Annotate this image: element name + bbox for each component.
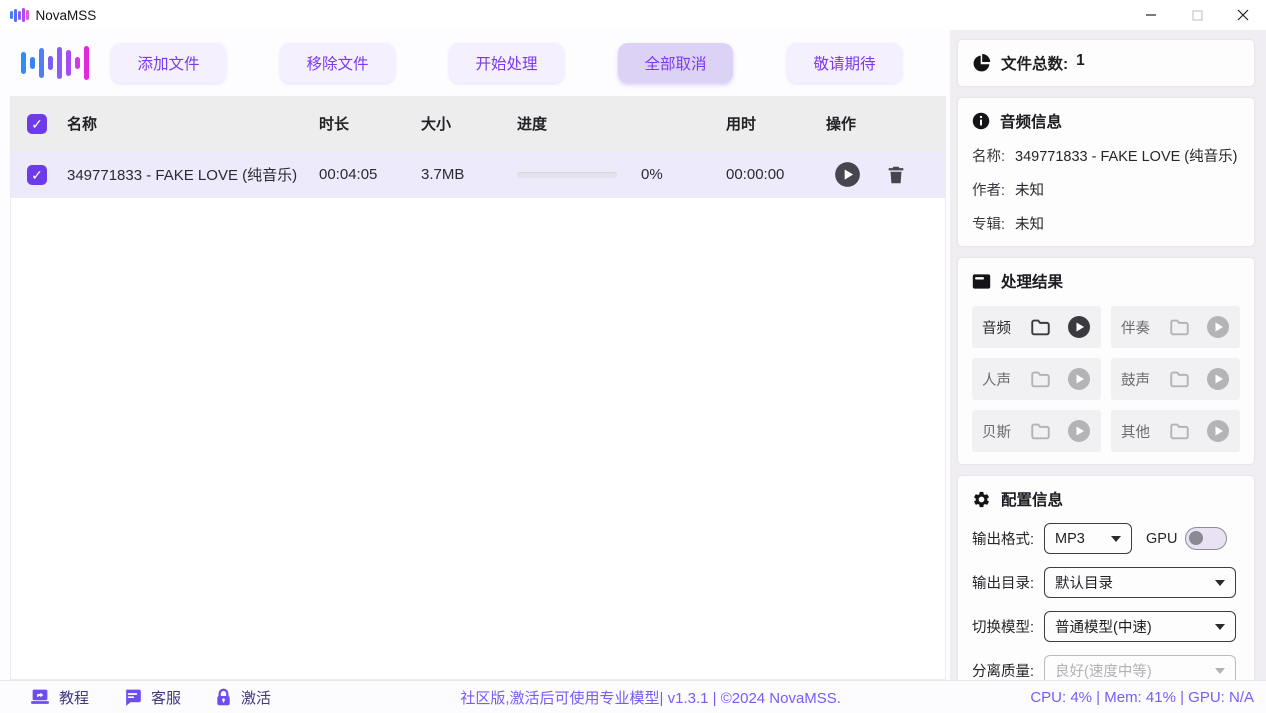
play-result-button-disabled bbox=[1067, 419, 1091, 443]
gpu-label: GPU bbox=[1146, 531, 1177, 547]
column-header-actions: 操作 bbox=[826, 113, 945, 134]
result-item-drums: 鼓声 bbox=[1111, 358, 1240, 400]
app-logo-icon bbox=[10, 7, 29, 23]
column-header-progress: 进度 bbox=[517, 113, 726, 134]
pie-chart-icon bbox=[972, 54, 991, 73]
titlebar: NovaMSS bbox=[0, 0, 1266, 30]
audio-album-field: 专辑: 未知 bbox=[972, 213, 1240, 234]
sidebar: 文件总数: 1 音频信息 名称: 349771833 - FAKE LOVE (… bbox=[950, 30, 1266, 680]
results-card: 处理结果 音频 伴奏 bbox=[958, 258, 1254, 464]
chevron-down-icon bbox=[1215, 580, 1225, 586]
progress-label: 0% bbox=[641, 166, 663, 183]
folder-open-button[interactable] bbox=[1028, 316, 1053, 338]
lock-icon bbox=[215, 688, 232, 707]
config-row-model: 切换模型: 普通模型(中速) bbox=[972, 611, 1240, 642]
minimize-button[interactable] bbox=[1128, 0, 1174, 30]
support-link[interactable]: 客服 bbox=[123, 687, 181, 708]
toolbar: 添加文件 移除文件 开始处理 全部取消 敬请期待 bbox=[0, 30, 950, 96]
play-result-button-disabled bbox=[1206, 315, 1230, 339]
column-header-name: 名称 bbox=[67, 113, 319, 134]
maximize-button[interactable] bbox=[1174, 0, 1220, 30]
config-row-format: 输出格式: MP3 GPU bbox=[972, 523, 1240, 554]
file-table: ✓ 名称 时长 大小 进度 用时 操作 ✓ 349771833 - FAKE L… bbox=[10, 96, 946, 680]
progress-bar bbox=[517, 172, 617, 178]
folder-open-button-disabled bbox=[1028, 368, 1053, 390]
config-title: 配置信息 bbox=[1001, 488, 1063, 510]
gear-icon bbox=[972, 490, 991, 509]
tutorial-icon bbox=[30, 688, 50, 706]
version-info: 社区版,激活后可使用专业模型| v1.3.1 | ©2024 NovaMSS. bbox=[271, 687, 1030, 708]
folder-open-button-disabled bbox=[1028, 420, 1053, 442]
coming-soon-button[interactable]: 敬请期待 bbox=[787, 43, 902, 83]
file-count-card: 文件总数: 1 bbox=[958, 40, 1254, 86]
result-item-other: 其他 bbox=[1111, 410, 1240, 452]
file-count-label: 文件总数: bbox=[1001, 52, 1068, 74]
config-card: 配置信息 输出格式: MP3 GPU 输出目录: 默认目录 bbox=[958, 476, 1254, 680]
chat-icon bbox=[123, 688, 142, 707]
table-empty-area bbox=[11, 198, 945, 679]
result-item-audio: 音频 bbox=[972, 306, 1101, 348]
file-size: 3.7MB bbox=[421, 166, 517, 183]
row-checkbox[interactable]: ✓ bbox=[27, 165, 47, 185]
info-icon bbox=[972, 112, 990, 130]
window-controls bbox=[1128, 0, 1266, 30]
toggle-knob bbox=[1189, 531, 1203, 545]
statusbar: 教程 客服 激活 社区版,激活后可使用专业模型| v1.3.1 | ©2024 … bbox=[0, 680, 1266, 713]
results-icon bbox=[972, 273, 991, 290]
tutorial-link[interactable]: 教程 bbox=[30, 687, 89, 708]
time-used: 00:00:00 bbox=[726, 166, 826, 183]
play-result-button-disabled bbox=[1067, 367, 1091, 391]
window-title: NovaMSS bbox=[36, 8, 97, 23]
file-duration: 00:04:05 bbox=[319, 166, 421, 183]
start-processing-button[interactable]: 开始处理 bbox=[449, 43, 564, 83]
config-row-quality: 分离质量: 良好(速度中等) bbox=[972, 655, 1240, 680]
chevron-down-icon bbox=[1215, 624, 1225, 630]
column-header-duration: 时长 bbox=[319, 113, 421, 134]
audio-info-card: 音频信息 名称: 349771833 - FAKE LOVE (纯音乐) 作者:… bbox=[958, 98, 1254, 246]
remove-file-button[interactable]: 移除文件 bbox=[280, 43, 395, 83]
column-header-size: 大小 bbox=[421, 113, 517, 134]
result-item-bass: 贝斯 bbox=[972, 410, 1101, 452]
play-result-button[interactable] bbox=[1067, 315, 1091, 339]
file-count-value: 1 bbox=[1076, 52, 1085, 74]
play-button[interactable] bbox=[834, 161, 861, 188]
output-dir-select[interactable]: 默认目录 bbox=[1044, 567, 1236, 598]
folder-open-button-disabled bbox=[1167, 316, 1192, 338]
results-title: 处理结果 bbox=[1001, 270, 1063, 292]
main-panel: 添加文件 移除文件 开始处理 全部取消 敬请期待 ✓ 名称 时长 大小 进度 用… bbox=[0, 30, 950, 680]
cancel-all-button[interactable]: 全部取消 bbox=[618, 43, 733, 83]
waveform-logo-icon bbox=[10, 38, 100, 88]
audio-name-field: 名称: 349771833 - FAKE LOVE (纯音乐) bbox=[972, 145, 1240, 166]
chevron-down-icon bbox=[1215, 668, 1225, 674]
table-row[interactable]: ✓ 349771833 - FAKE LOVE (纯音乐) 00:04:05 3… bbox=[11, 151, 945, 198]
chevron-down-icon bbox=[1111, 536, 1121, 542]
add-file-button[interactable]: 添加文件 bbox=[111, 43, 226, 83]
output-format-select[interactable]: MP3 bbox=[1044, 523, 1132, 554]
table-header: ✓ 名称 时长 大小 进度 用时 操作 bbox=[11, 96, 945, 151]
model-select[interactable]: 普通模型(中速) bbox=[1044, 611, 1236, 642]
file-name: 349771833 - FAKE LOVE (纯音乐) bbox=[67, 164, 319, 185]
app-window: NovaMSS 添加文件 移除文件 开始处理 全部取消 bbox=[0, 0, 1266, 713]
gpu-toggle[interactable] bbox=[1185, 527, 1227, 550]
play-result-button-disabled bbox=[1206, 419, 1230, 443]
config-row-output-dir: 输出目录: 默认目录 bbox=[972, 567, 1240, 598]
result-item-vocals: 人声 bbox=[972, 358, 1101, 400]
activate-link[interactable]: 激活 bbox=[215, 687, 271, 708]
result-item-accompaniment: 伴奏 bbox=[1111, 306, 1240, 348]
column-header-time: 用时 bbox=[726, 113, 826, 134]
folder-open-button-disabled bbox=[1167, 420, 1192, 442]
system-stats: CPU: 4% | Mem: 41% | GPU: N/A bbox=[1030, 689, 1254, 706]
play-result-button-disabled bbox=[1206, 367, 1230, 391]
audio-artist-field: 作者: 未知 bbox=[972, 179, 1240, 200]
delete-button[interactable] bbox=[885, 163, 907, 187]
select-all-checkbox[interactable]: ✓ bbox=[27, 114, 47, 134]
audio-info-title: 音频信息 bbox=[1000, 110, 1062, 132]
close-button[interactable] bbox=[1220, 0, 1266, 30]
folder-open-button-disabled bbox=[1167, 368, 1192, 390]
quality-select: 良好(速度中等) bbox=[1044, 655, 1236, 680]
